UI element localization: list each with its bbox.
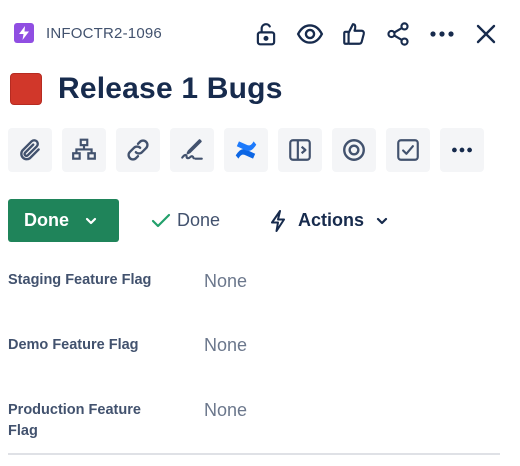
epic-color-swatch xyxy=(10,73,42,105)
header-actions xyxy=(238,20,502,48)
signature-icon[interactable] xyxy=(170,128,214,172)
target-icon[interactable] xyxy=(332,128,376,172)
issue-key-link[interactable]: INFOCTR2-1096 xyxy=(46,25,162,42)
field-label-staging-feature-flag: Staging Feature Flag xyxy=(8,272,152,288)
unlock-icon[interactable] xyxy=(250,20,282,48)
close-icon[interactable] xyxy=(470,20,502,48)
checklist-icon[interactable] xyxy=(386,128,430,172)
actions-label: Actions xyxy=(298,210,365,230)
share-icon[interactable] xyxy=(382,20,414,48)
watch-eye-icon[interactable] xyxy=(294,20,326,48)
more-icon[interactable] xyxy=(426,20,458,48)
status-dropdown[interactable]: Done xyxy=(8,199,119,242)
attach-icon[interactable] xyxy=(8,128,52,172)
resolution-indicator: Done xyxy=(151,210,220,231)
field-value-demo-feature-flag[interactable]: None xyxy=(204,335,247,356)
check-icon xyxy=(151,213,171,229)
status-row: Done Done Actions xyxy=(8,199,388,242)
issue-view: INFOCTR2-1096 Release 1 Bugs Done Done A… xyxy=(0,0,520,466)
panel-icon[interactable] xyxy=(278,128,322,172)
thumbs-up-icon[interactable] xyxy=(338,20,370,48)
issue-title[interactable]: Release 1 Bugs xyxy=(58,72,283,106)
child-issues-icon[interactable] xyxy=(62,128,106,172)
lightning-icon xyxy=(270,209,286,232)
lightning-icon[interactable] xyxy=(14,23,34,43)
field-value-production-feature-flag[interactable]: None xyxy=(204,400,247,421)
actions-dropdown[interactable]: Actions xyxy=(270,209,388,232)
more-icon[interactable] xyxy=(440,128,484,172)
title-row: Release 1 Bugs xyxy=(10,72,283,106)
link-icon[interactable] xyxy=(116,128,160,172)
chevron-down-icon xyxy=(376,217,388,225)
divider xyxy=(8,453,500,455)
status-label: Done xyxy=(24,210,69,230)
resolution-label: Done xyxy=(177,210,221,230)
field-label-production-feature-flag: Production Feature Flag xyxy=(8,402,141,439)
issue-header: INFOCTR2-1096 xyxy=(14,20,502,46)
confluence-icon[interactable] xyxy=(224,128,268,172)
field-value-staging-feature-flag[interactable]: None xyxy=(204,271,247,292)
issue-toolbar xyxy=(8,128,494,172)
chevron-down-icon xyxy=(85,217,97,225)
field-label-demo-feature-flag: Demo Feature Flag xyxy=(8,337,139,353)
